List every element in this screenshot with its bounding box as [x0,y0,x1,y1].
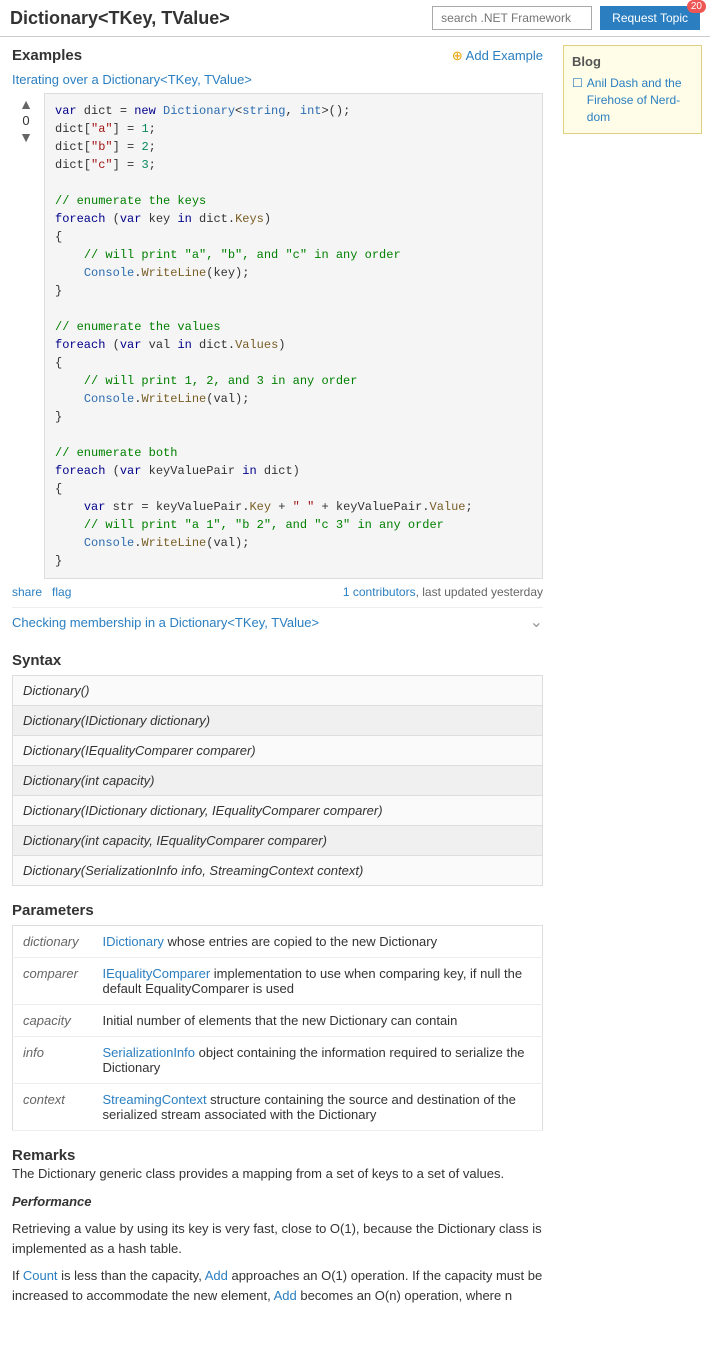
remarks-para4 [12,1313,543,1333]
syntax-row: Dictionary(int capacity, IEqualityCompar… [13,826,543,856]
blog-item-link[interactable]: Anil Dash and the Firehose of Nerd-dom [587,75,693,125]
remarks-section: Remarks The Dictionary generic class pro… [12,1147,543,1341]
remarks-fade: If Count is less than the capacity, Add … [12,1266,543,1341]
syntax-row: Dictionary(IEqualityComparer comparer) [13,736,543,766]
syntax-row: Dictionary(SerializationInfo info, Strea… [13,856,543,886]
param-name: dictionary [13,926,93,958]
contributors-link[interactable]: 1 contributors [343,585,416,599]
syntax-item: Dictionary(int capacity) [13,766,543,796]
code-block: var dict = new Dictionary<string, int>()… [44,93,543,579]
example-title-link[interactable]: Iterating over a Dictionary<TKey, TValue… [12,72,543,87]
syntax-row: Dictionary(IDictionary dictionary, IEqua… [13,796,543,826]
content-area: Examples Add Example Iterating over a Di… [0,37,555,1351]
param-name: context [13,1084,93,1131]
vote-count: 0 [22,113,29,128]
add-link-1[interactable]: Add [205,1268,228,1283]
main-layout: Examples Add Example Iterating over a Di… [0,37,710,1351]
remarks-title: Remarks [12,1147,543,1164]
collapsible-example[interactable]: Checking membership in a Dictionary<TKey… [12,607,543,636]
syntax-item: Dictionary(IEqualityComparer comparer) [13,736,543,766]
param-desc: IDictionary whose entries are copied to … [93,926,543,958]
param-name: capacity [13,1005,93,1037]
streamingcontext-link[interactable]: StreamingContext [103,1092,207,1107]
request-topic-button[interactable]: Request Topic 20 [600,6,700,30]
contributors-info: 1 contributors, last updated yesterday [343,585,543,599]
param-desc: IEqualityComparer implementation to use … [93,958,543,1005]
syntax-item: Dictionary(int capacity, IEqualityCompar… [13,826,543,856]
blog-checkbox-icon: ☐ [572,76,583,90]
param-desc: Initial number of elements that the new … [93,1005,543,1037]
param-name: info [13,1037,93,1084]
remarks-para1: The Dictionary generic class provides a … [12,1164,543,1184]
param-row: dictionary IDictionary whose entries are… [13,926,543,958]
syntax-item: Dictionary(SerializationInfo info, Strea… [13,856,543,886]
param-desc: StreamingContext structure containing th… [93,1084,543,1131]
count-link[interactable]: Count [23,1268,58,1283]
add-example-link[interactable]: Add Example [452,48,543,64]
vote-down-button[interactable]: ▼ [19,130,33,144]
page-title: Dictionary<TKey, TValue> [10,8,432,29]
remarks-para3: If Count is less than the capacity, Add … [12,1266,543,1305]
share-link[interactable]: share [12,585,42,599]
syntax-section: Syntax Dictionary() Dictionary(IDictiona… [12,652,543,886]
examples-title: Examples [12,47,82,64]
chevron-down-icon: ⌄ [530,612,543,632]
param-row: info SerializationInfo object containing… [13,1037,543,1084]
add-link-2[interactable]: Add [274,1288,297,1303]
blog-item: ☐ Anil Dash and the Firehose of Nerd-dom [572,75,693,125]
syntax-row: Dictionary(IDictionary dictionary) [13,706,543,736]
notification-badge: 20 [687,0,706,13]
parameters-section: Parameters dictionary IDictionary whose … [12,902,543,1131]
parameters-table: dictionary IDictionary whose entries are… [12,925,543,1131]
param-row: capacity Initial number of elements that… [13,1005,543,1037]
share-row: share flag 1 contributors, last updated … [12,585,543,599]
example-vote-code: ▲ 0 ▼ var dict = new Dictionary<string, … [12,93,543,579]
parameters-title: Parameters [12,902,543,919]
search-input[interactable] [432,6,592,30]
idictionary-link[interactable]: IDictionary [103,934,164,949]
syntax-row: Dictionary(int capacity) [13,766,543,796]
share-flag: share flag [12,585,71,599]
header: Dictionary<TKey, TValue> Request Topic 2… [0,0,710,37]
serializationinfo-link[interactable]: SerializationInfo [103,1045,196,1060]
syntax-item: Dictionary(IDictionary dictionary) [13,706,543,736]
collapsed-example-link[interactable]: Checking membership in a Dictionary<TKey… [12,615,319,630]
blog-box: Blog ☐ Anil Dash and the Firehose of Ner… [563,45,702,134]
syntax-table: Dictionary() Dictionary(IDictionary dict… [12,675,543,886]
performance-heading: Performance [12,1192,543,1212]
blog-title: Blog [572,54,693,69]
iequalitycomparer-link[interactable]: IEqualityComparer [103,966,211,981]
param-desc: SerializationInfo object containing the … [93,1037,543,1084]
vote-up-button[interactable]: ▲ [19,97,33,111]
param-row: comparer IEqualityComparer implementatio… [13,958,543,1005]
syntax-title: Syntax [12,652,543,669]
param-row: context StreamingContext structure conta… [13,1084,543,1131]
vote-box: ▲ 0 ▼ [12,93,40,144]
syntax-row: Dictionary() [13,676,543,706]
remarks-para2: Retrieving a value by using its key is v… [12,1219,543,1258]
examples-section-header: Examples Add Example [12,47,543,64]
param-name: comparer [13,958,93,1005]
flag-link[interactable]: flag [52,585,71,599]
syntax-item: Dictionary() [13,676,543,706]
sidebar: Blog ☐ Anil Dash and the Firehose of Ner… [555,37,710,142]
syntax-item: Dictionary(IDictionary dictionary, IEqua… [13,796,543,826]
